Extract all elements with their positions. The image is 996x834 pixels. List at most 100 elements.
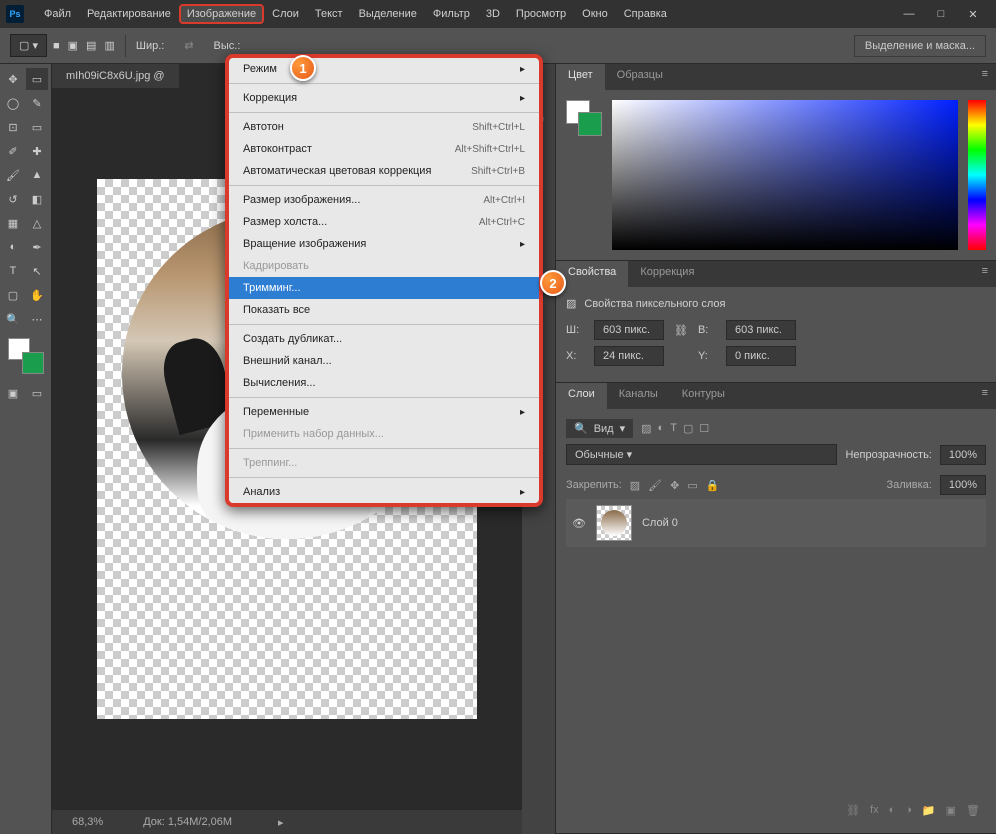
menu-item-создать-дубликат-[interactable]: Создать дубликат... — [229, 328, 539, 350]
new-group-icon[interactable]: 📁 — [922, 804, 936, 817]
menu-слои[interactable]: Слои — [264, 4, 307, 24]
quickmask-toggle[interactable]: ▣ — [2, 382, 24, 404]
color-field[interactable] — [612, 100, 958, 250]
menu-выделение[interactable]: Выделение — [351, 4, 425, 24]
menu-item-коррекция[interactable]: Коррекция — [229, 87, 539, 109]
layer-item[interactable]: 👁 Слой 0 — [566, 499, 986, 547]
history-brush-tool[interactable]: ↺ — [2, 188, 24, 210]
menu-3d[interactable]: 3D — [478, 4, 508, 24]
path-select-tool[interactable]: ↖ — [26, 260, 48, 282]
menu-item-автоконтраст[interactable]: АвтоконтрастAlt+Shift+Ctrl+L — [229, 138, 539, 160]
filter-pixel-icon[interactable]: ▨ — [641, 422, 651, 435]
delete-icon[interactable]: 🗑 — [966, 804, 980, 817]
menu-item-автоматическая-цветовая-коррекция[interactable]: Автоматическая цветовая коррекцияShift+C… — [229, 160, 539, 182]
height-input[interactable]: 603 пикс. — [726, 320, 796, 340]
menu-item-размер-изображения-[interactable]: Размер изображения...Alt+Ctrl+I — [229, 189, 539, 211]
chevron-right-icon[interactable]: ▸ — [278, 816, 284, 829]
filter-smart-icon[interactable]: ☐ — [699, 422, 709, 435]
eyedropper-tool[interactable]: ✐ — [2, 140, 24, 162]
link-layers-icon[interactable]: ⛓ — [846, 804, 860, 817]
new-selection-icon[interactable]: ■ — [53, 40, 60, 52]
lock-icon[interactable]: 🔒 — [706, 479, 720, 492]
tab-paths[interactable]: Контуры — [670, 383, 737, 409]
menu-файл[interactable]: Файл — [36, 4, 79, 24]
more-tool[interactable]: ⋯ — [26, 308, 48, 330]
y-input[interactable]: 0 пикс. — [726, 346, 796, 366]
swap-icon[interactable]: ⇄ — [184, 39, 193, 52]
move-tool[interactable]: ✥ — [2, 68, 24, 90]
menu-item-режим[interactable]: Режим — [229, 58, 539, 80]
filter-shape-icon[interactable]: ▢ — [683, 422, 693, 435]
menu-item-внешний-канал-[interactable]: Внешний канал... — [229, 350, 539, 372]
crop-tool[interactable]: ⊡ — [2, 116, 24, 138]
subtract-selection-icon[interactable]: ▤ — [86, 39, 96, 52]
blend-mode-select[interactable]: Обычные ▾ — [566, 444, 837, 465]
stamp-tool[interactable]: ▲ — [26, 164, 48, 186]
new-fill-icon[interactable]: ◑ — [905, 804, 912, 817]
menu-item-размер-холста-[interactable]: Размер холста...Alt+Ctrl+C — [229, 211, 539, 233]
visibility-icon[interactable]: 👁 — [572, 517, 586, 530]
color-swatches[interactable] — [8, 338, 44, 374]
close-button[interactable]: ✕ — [966, 7, 980, 21]
menu-редактирование[interactable]: Редактирование — [79, 4, 179, 24]
type-tool[interactable]: T — [2, 260, 24, 282]
x-input[interactable]: 24 пикс. — [594, 346, 664, 366]
layer-fx-icon[interactable]: fx — [870, 804, 879, 817]
panel-menu-icon[interactable]: ≡ — [974, 261, 996, 287]
tab-swatches[interactable]: Образцы — [605, 64, 675, 90]
panel-menu-icon[interactable]: ≡ — [974, 383, 996, 409]
minimize-button[interactable]: — — [902, 7, 916, 21]
menu-справка[interactable]: Справка — [616, 4, 675, 24]
menu-окно[interactable]: Окно — [574, 4, 616, 24]
maximize-button[interactable]: □ — [934, 7, 948, 21]
menu-текст[interactable]: Текст — [307, 4, 351, 24]
quick-select-tool[interactable]: ✎ — [26, 92, 48, 114]
tab-channels[interactable]: Каналы — [607, 383, 670, 409]
shape-tool[interactable]: ▢ — [2, 284, 24, 306]
fg-bg-swatches[interactable] — [566, 100, 602, 136]
frame-tool[interactable]: ▭ — [26, 116, 48, 138]
menu-item-автотон[interactable]: АвтотонShift+Ctrl+L — [229, 116, 539, 138]
lock-position-icon[interactable]: ✥ — [670, 479, 679, 492]
document-tab[interactable]: mIh09iC8x6U.jpg @ — [52, 64, 179, 88]
brush-tool[interactable]: 🖌 — [2, 164, 24, 186]
lock-artboard-icon[interactable]: ▭ — [687, 479, 697, 492]
menu-item-анализ[interactable]: Анализ — [229, 481, 539, 503]
lasso-tool[interactable]: ◯ — [2, 92, 24, 114]
select-and-mask-button[interactable]: Выделение и маска... — [854, 35, 986, 57]
tab-color[interactable]: Цвет — [556, 64, 605, 90]
filter-adjust-icon[interactable]: ◐ — [658, 422, 665, 435]
menu-item-вращение-изображения[interactable]: Вращение изображения — [229, 233, 539, 255]
lock-pixels-icon[interactable]: 🖌 — [648, 479, 662, 492]
tool-preset-selector[interactable]: ▢ ▾ — [10, 34, 47, 57]
width-input[interactable]: 603 пикс. — [594, 320, 664, 340]
panel-menu-icon[interactable]: ≡ — [974, 64, 996, 90]
layer-filter[interactable]: 🔍 Вид ▾ — [566, 419, 633, 438]
eraser-tool[interactable]: ◧ — [26, 188, 48, 210]
intersect-selection-icon[interactable]: ▥ — [104, 39, 114, 52]
tab-layers[interactable]: Слои — [556, 383, 607, 409]
menu-item-переменные[interactable]: Переменные — [229, 401, 539, 423]
link-icon[interactable]: ⛓ — [674, 324, 688, 337]
menu-item-вычисления-[interactable]: Вычисления... — [229, 372, 539, 394]
dodge-tool[interactable]: ◐ — [2, 236, 24, 258]
tab-properties[interactable]: Свойства — [556, 261, 628, 287]
screen-mode-toggle[interactable]: ▭ — [26, 382, 48, 404]
fill-input[interactable]: 100% — [940, 475, 986, 495]
opacity-input[interactable]: 100% — [940, 445, 986, 465]
menu-просмотр[interactable]: Просмотр — [508, 4, 574, 24]
marquee-tool[interactable]: ▭ — [26, 68, 48, 90]
menu-item-тримминг-[interactable]: Тримминг... — [229, 277, 539, 299]
layer-mask-icon[interactable]: ◐ — [889, 804, 896, 817]
menu-фильтр[interactable]: Фильтр — [425, 4, 478, 24]
hand-tool[interactable]: ✋ — [26, 284, 48, 306]
menu-item-показать-все[interactable]: Показать все — [229, 299, 539, 321]
filter-type-icon[interactable]: T — [670, 422, 677, 435]
zoom-tool[interactable]: 🔍 — [2, 308, 24, 330]
lock-all-icon[interactable]: ▨ — [630, 479, 640, 492]
add-selection-icon[interactable]: ▣ — [68, 39, 78, 52]
gradient-tool[interactable]: ▦ — [2, 212, 24, 234]
hue-slider[interactable] — [968, 100, 986, 250]
healing-tool[interactable]: ✚ — [26, 140, 48, 162]
pen-tool[interactable]: ✒ — [26, 236, 48, 258]
